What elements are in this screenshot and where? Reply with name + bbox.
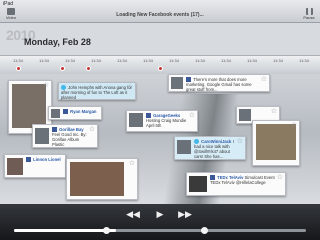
pause-button[interactable]: Pause	[302, 8, 316, 20]
top-bar: iPad Loading New Facebook events (17)...…	[0, 0, 320, 23]
profile-picture	[35, 128, 49, 144]
timeline-event-dot[interactable]	[59, 66, 65, 71]
event-card[interactable]: Linnon Lionel	[4, 154, 66, 178]
timeline[interactable]: 11:34 11:34 11:34 11:34 11:34 11:34 11:3…	[0, 55, 320, 75]
event-card[interactable]: ☆	[66, 158, 138, 200]
rewind-icon[interactable]: ◀◀	[126, 209, 140, 219]
favorite-star-icon[interactable]: ☆	[277, 174, 283, 181]
profile-picture	[189, 176, 207, 192]
event-author: Linnon Lionel	[33, 157, 61, 162]
timeline-scrubber[interactable]	[14, 229, 306, 232]
timeline-tick: 11:34	[299, 58, 309, 63]
timeline-event-dot[interactable]	[85, 66, 91, 71]
scrubber-handle-right[interactable]	[200, 227, 208, 234]
video-label: Video	[5, 15, 17, 20]
event-text: Hosting Craig Mundie April 6th	[146, 118, 187, 129]
profile-picture	[7, 158, 23, 175]
video-icon	[7, 8, 15, 15]
event-photo	[256, 124, 296, 160]
event-photo	[70, 162, 124, 196]
favorite-star-icon[interactable]: ☆	[189, 112, 195, 119]
scrubber-progress	[14, 229, 117, 232]
favorite-star-icon[interactable]: ☆	[89, 126, 95, 133]
favorite-star-icon[interactable]: ☆	[237, 138, 243, 145]
fast-forward-icon[interactable]: ▶▶	[178, 209, 192, 219]
profile-picture	[51, 109, 60, 118]
favorite-star-icon[interactable]: ☆	[291, 122, 297, 129]
event-author: GarageGeeks	[153, 113, 181, 118]
event-card[interactable]: There's more that does more marketing. G…	[168, 74, 270, 92]
timeline-event-dot[interactable]	[15, 66, 21, 71]
date-label: Monday, Feb 28	[24, 37, 91, 47]
status-carrier: iPad	[3, 1, 14, 7]
profile-picture	[129, 113, 143, 127]
favorite-star-icon[interactable]: ☆	[43, 82, 49, 89]
event-card[interactable]: Gorillae Bay Feel Good Inc. By: Gorillae…	[32, 124, 98, 148]
favorite-star-icon[interactable]: ☆	[271, 108, 277, 115]
event-text: Feel Good Inc. By: Gorillae Album Plasti…	[52, 132, 87, 148]
event-author: Ryan Margan	[70, 109, 97, 114]
event-card[interactable]: CaroWinniJack I had a nice talk with @Sw…	[174, 136, 246, 160]
event-stage: ☆ John Hemphs with Anova gang for after …	[0, 74, 320, 214]
facebook-icon	[63, 109, 68, 115]
playback-bar: ◀◀ ▶ ▶▶	[0, 204, 320, 240]
event-text: John Hemphs with Anova gang for after mo…	[61, 85, 132, 101]
favorite-star-icon[interactable]: ☆	[129, 160, 135, 167]
page-title: Loading New Facebook events (17)...	[116, 12, 204, 18]
favorite-star-icon[interactable]: ☆	[127, 84, 133, 91]
timeline-event-dot[interactable]	[157, 66, 163, 71]
event-card[interactable]: Ryan Margan	[48, 106, 102, 120]
event-text: There's more that does more marketing. G…	[186, 77, 252, 93]
pause-label: Pause	[303, 15, 315, 20]
scrubber-handle-left[interactable]	[102, 227, 110, 234]
event-author: Gorillae Bay	[59, 127, 84, 132]
facebook-icon	[26, 157, 31, 163]
pause-icon	[305, 8, 313, 15]
profile-picture	[239, 109, 251, 121]
profile-picture	[177, 140, 191, 154]
event-card[interactable]: TEDx TelAviv Simulcast Event TEDx TelAvi…	[186, 172, 286, 196]
event-card[interactable]: GarageGeeks Hosting Craig Mundie April 6…	[126, 110, 198, 132]
play-icon[interactable]: ▶	[153, 209, 167, 219]
event-card[interactable]: John Hemphs with Anova gang for after mo…	[58, 82, 136, 100]
event-author: CaroWinniJack	[201, 139, 232, 144]
event-author: TEDx TelAviv	[217, 175, 244, 180]
event-card[interactable]: ☆	[252, 120, 300, 166]
video-button[interactable]: Video	[4, 8, 18, 20]
profile-picture	[171, 77, 183, 89]
event-photo	[12, 84, 46, 128]
favorite-star-icon[interactable]: ☆	[261, 76, 267, 83]
